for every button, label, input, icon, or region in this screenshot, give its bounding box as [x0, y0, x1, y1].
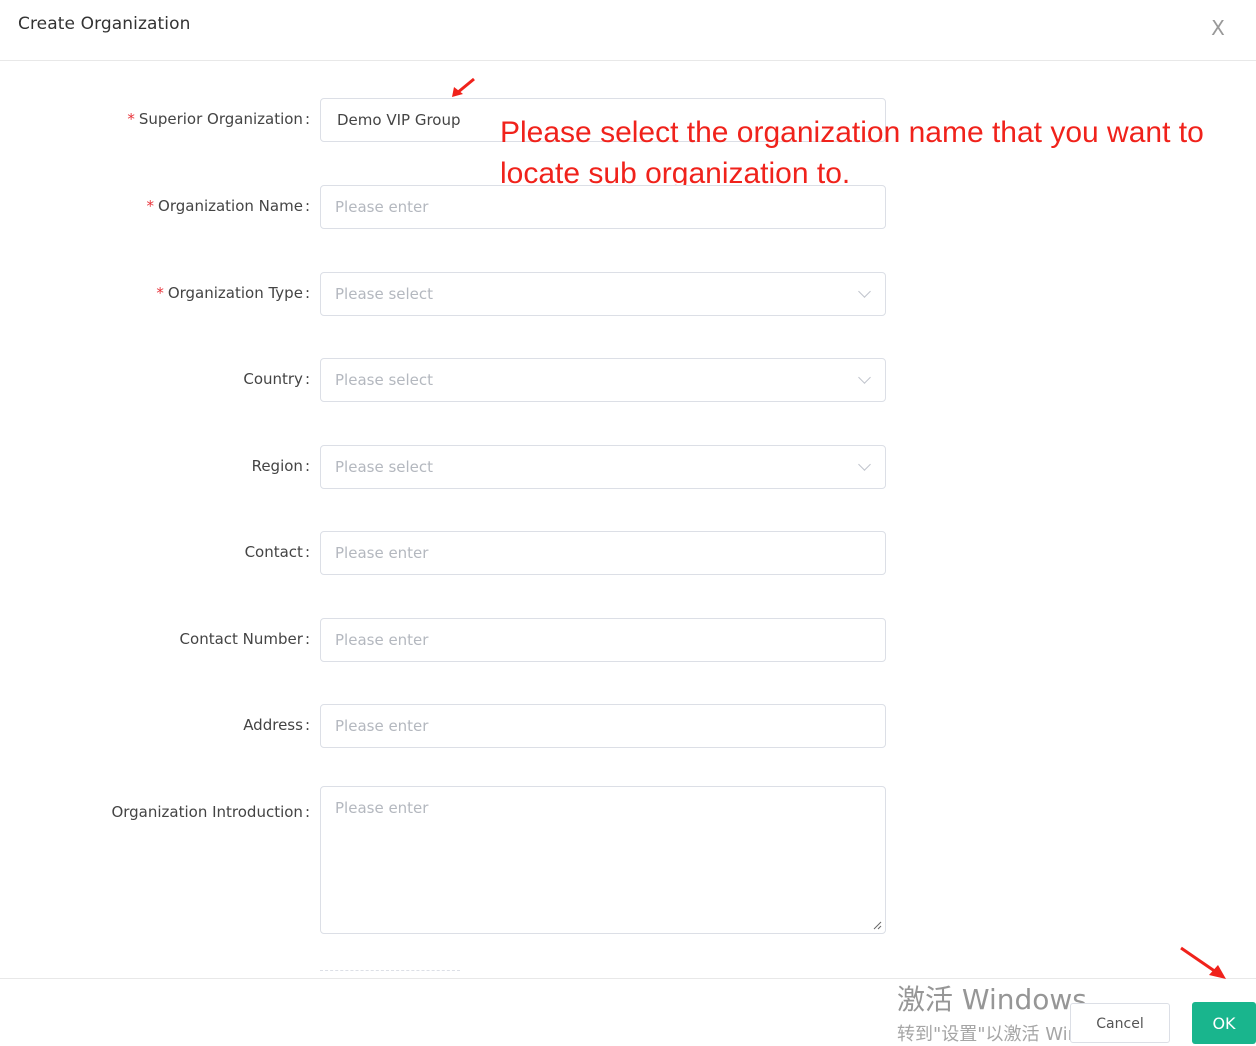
dialog-title: Create Organization [18, 14, 191, 34]
region-input[interactable] [321, 446, 885, 488]
contact-field [320, 531, 886, 575]
close-icon[interactable]: X [1206, 16, 1230, 40]
country-input[interactable] [321, 359, 885, 401]
contact-row: Contact: [0, 531, 1256, 575]
annotation-text: Please select the organization name that… [500, 116, 1204, 190]
contact-number-input[interactable] [321, 619, 885, 661]
organization-introduction-row: Organization Introduction: [0, 786, 1256, 934]
contact-number-field [320, 618, 886, 662]
organization-type-input[interactable] [321, 273, 885, 315]
contact-label: Contact: [244, 543, 310, 561]
annotation-arrow-icon [452, 77, 475, 97]
address-row: Address: [0, 704, 1256, 748]
organization-introduction-textarea[interactable] [321, 787, 885, 933]
region-select[interactable] [320, 445, 886, 489]
required-mark: * [146, 197, 155, 215]
resize-grip-icon[interactable] [872, 920, 882, 930]
organization-type-select[interactable] [320, 272, 886, 316]
contact-number-row: Contact Number: [0, 618, 1256, 662]
organization-name-field [320, 185, 886, 229]
dialog-header: Create Organization X [0, 0, 1256, 61]
address-label: Address: [243, 716, 310, 734]
ok-button[interactable]: OK [1192, 1002, 1256, 1044]
country-label: Country: [243, 370, 310, 388]
organization-type-row: * Organization Type: [0, 272, 1256, 316]
contact-input[interactable] [321, 532, 885, 574]
address-field [320, 704, 886, 748]
organization-name-row: * Organization Name: [0, 185, 1256, 229]
address-input[interactable] [321, 705, 885, 747]
country-select[interactable] [320, 358, 886, 402]
region-label: Region: [251, 457, 310, 475]
required-mark: * [156, 284, 164, 302]
windows-activation-watermark: 激活 Windows [897, 983, 1087, 1016]
superior-organization-label: * Superior Organization: [127, 110, 310, 128]
country-row: Country: [0, 358, 1256, 402]
contact-number-label: Contact Number: [179, 630, 310, 648]
superior-organization-value: Demo VIP Group [337, 111, 461, 129]
annotation-arrow-icon [1180, 946, 1226, 979]
required-mark: * [127, 110, 135, 128]
cancel-button[interactable]: Cancel [1070, 1003, 1170, 1043]
organization-name-input[interactable] [321, 186, 885, 228]
region-row: Region: [0, 445, 1256, 489]
organization-introduction-label: Organization Introduction: [111, 803, 310, 821]
organization-name-label: * Organization Name: [146, 197, 310, 215]
organization-introduction-field [320, 786, 886, 934]
organization-type-label: * Organization Type: [156, 284, 310, 302]
